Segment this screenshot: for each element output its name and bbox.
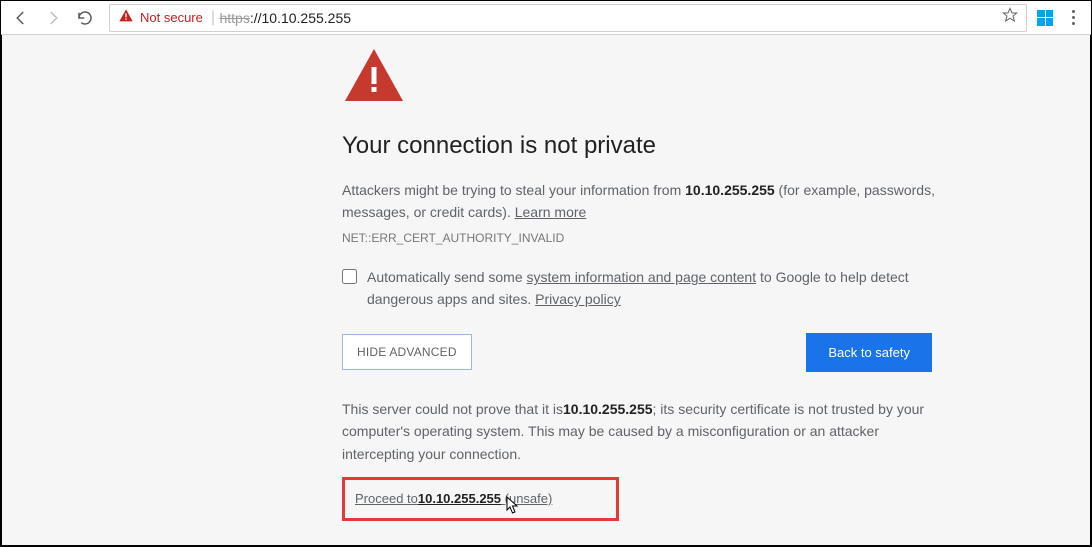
forward-button[interactable]	[39, 4, 67, 32]
mouse-cursor-icon	[505, 496, 521, 521]
windows-logo-icon[interactable]	[1037, 10, 1053, 26]
privacy-policy-link[interactable]: Privacy policy	[535, 291, 621, 307]
url-text: https://10.10.255.255	[219, 10, 351, 26]
warning-triangle-icon	[118, 8, 134, 27]
hide-advanced-button[interactable]: HIDE ADVANCED	[342, 334, 472, 370]
reporting-optin-checkbox[interactable]	[342, 269, 357, 284]
back-to-safety-button[interactable]: Back to safety	[806, 333, 932, 372]
security-indicator[interactable]: Not secure	[118, 8, 203, 27]
warning-triangle-icon	[345, 49, 942, 106]
proceed-unsafe-link[interactable]: Proceed to10.10.255.255 (unsafe)	[355, 491, 552, 506]
warning-description: Attackers might be trying to steal your …	[342, 180, 942, 223]
reporting-optin-row: Automatically send some system informati…	[342, 267, 942, 310]
learn-more-link[interactable]: Learn more	[515, 204, 587, 220]
browser-menu-button[interactable]	[1061, 10, 1085, 25]
error-code: NET::ERR_CERT_AUTHORITY_INVALID	[342, 231, 942, 245]
certificate-detail-text: This server could not prove that it is10…	[342, 398, 932, 465]
browser-toolbar: Not secure | https://10.10.255.255	[1, 1, 1091, 35]
address-bar[interactable]: Not secure | https://10.10.255.255	[109, 4, 1027, 32]
security-label: Not secure	[140, 10, 203, 25]
system-info-link[interactable]: system information and page content	[527, 269, 757, 285]
proceed-highlight-box: Proceed to10.10.255.255 (unsafe)	[342, 477, 619, 521]
bookmark-star-icon[interactable]	[1002, 7, 1018, 28]
reload-button[interactable]	[71, 4, 99, 32]
page-title: Your connection is not private	[342, 132, 942, 160]
back-button[interactable]	[7, 4, 35, 32]
page-content: Your connection is not private Attackers…	[1, 35, 1091, 546]
